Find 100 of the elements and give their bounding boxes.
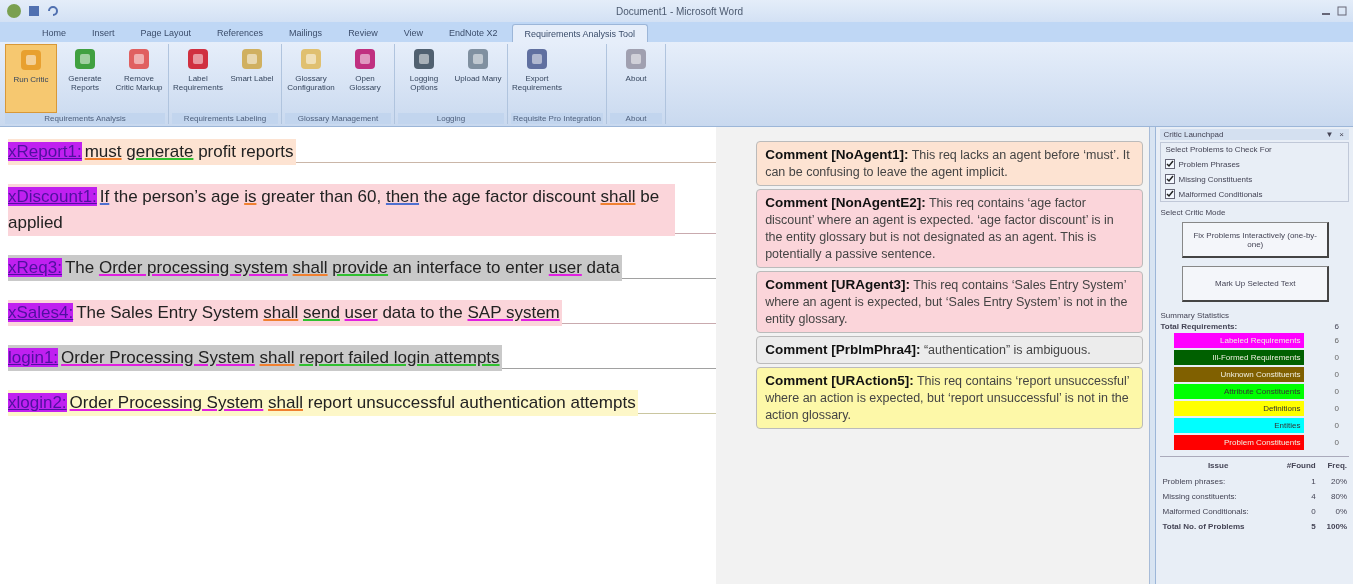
ribbon-button[interactable]: Run Critic — [5, 44, 57, 113]
group-title: Select Critic Mode — [1160, 208, 1227, 217]
ribbon-button[interactable]: Label Requirements — [172, 44, 224, 113]
stat-value: 6 — [1334, 322, 1339, 331]
window-title: Document1 - Microsoft Word — [615, 5, 745, 17]
legend-bar: Definitions — [1174, 401, 1305, 416]
table-cell-text: 80% — [1330, 491, 1348, 503]
requirement-label: xSales4: — [8, 303, 74, 322]
column-header: Freq. — [1317, 456, 1349, 474]
requirement-label: login1: — [8, 348, 59, 367]
table-cell-text: Missing constituents: — [1161, 491, 1238, 503]
ribbon-button[interactable]: Generate Reports — [59, 44, 111, 113]
checkbox-label[interactable]: Malformed Conditionals — [1178, 189, 1263, 199]
tile-icon — [465, 46, 491, 72]
legend-count: 0 — [1334, 387, 1339, 396]
ribbon-tab[interactable]: Mailings — [277, 24, 335, 42]
column-header: #Found — [1275, 456, 1318, 474]
requirement-label: xDiscount1: — [8, 187, 97, 206]
ribbon-button[interactable]: Upload Many — [452, 44, 504, 113]
requirement-text: xReport1: must generate profit reports — [8, 139, 296, 165]
mode-button[interactable]: Fix Problems Interactively (one-by-one) — [1182, 222, 1329, 258]
tile-icon — [72, 46, 98, 72]
ribbon-button[interactable]: Remove Critic Markup — [113, 44, 165, 113]
legend-count: 0 — [1334, 421, 1339, 430]
ribbon-group: Logging Options Upload Many Logging — [395, 44, 508, 124]
comment-balloon[interactable]: Comment [NonAgentE2]: This req contains ‘age factor discount’ where an agent is expected. ‘age factor discount’ is in the entity glossary but is not designated as an agent. This is potentially a passive sentence. — [756, 189, 1143, 268]
legend-bar: Problem Constituents — [1174, 435, 1305, 450]
save-icon[interactable] — [28, 5, 40, 17]
ribbon-tab[interactable]: References — [205, 24, 276, 42]
tile-icon — [185, 46, 211, 72]
tile-icon — [411, 46, 437, 72]
requirement-label: xlogin2: — [8, 393, 67, 412]
requirement-text: xReq3: The Order processing system shall provide an interface to enter user data — [8, 255, 622, 281]
ribbon-tab[interactable]: Home — [30, 24, 78, 42]
ribbon-button[interactable]: Logging Options — [398, 44, 450, 113]
leader-line — [675, 233, 717, 234]
legend-count: 0 — [1334, 404, 1339, 413]
maximize-icon[interactable] — [1337, 6, 1347, 16]
legend-bar: Unknown Constituents — [1174, 367, 1305, 382]
table-cell-text: 100% — [1325, 521, 1348, 533]
ribbon-button[interactable]: Export Requirements — [511, 44, 563, 113]
tile-icon — [239, 46, 265, 72]
ribbon-tab[interactable]: Page Layout — [128, 24, 204, 42]
legend-count: 0 — [1334, 353, 1339, 362]
table-cell-text: 4 — [1310, 491, 1317, 503]
tile-icon — [524, 46, 550, 72]
table-cell-text: 0 — [1310, 506, 1317, 518]
table-cell-text: Problem phrases: — [1161, 476, 1227, 488]
table-cell-text: Total No. of Problems — [1161, 521, 1246, 533]
comment-balloon[interactable]: Comment [PrblmPhra4]: “authentication” is ambiguous. — [756, 336, 1143, 364]
tile-icon — [18, 47, 44, 73]
legend-bar: Attribute Constituents — [1174, 384, 1305, 399]
checkbox-label[interactable]: Problem Phrases — [1178, 159, 1240, 169]
ribbon-button[interactable]: About — [610, 44, 663, 113]
checkbox[interactable] — [1165, 159, 1176, 169]
pane-menu-button[interactable]: ▼ — [1323, 130, 1336, 139]
ribbon-tab[interactable]: Review — [336, 24, 390, 42]
legend-count: 0 — [1334, 438, 1339, 447]
table-cell-text: 20% — [1330, 476, 1348, 488]
checkbox[interactable] — [1165, 174, 1176, 184]
table-cell-text: 0% — [1334, 506, 1348, 518]
ribbon-group: Run Critic Generate Reports Remove Critic Markup Requirements Analysis — [2, 44, 169, 124]
ribbon-button[interactable]: Open Glossary — [339, 44, 391, 113]
requirement-text: xDiscount1: If the person’s age is greater than 60, then the age factor discount shall be applied — [8, 184, 675, 236]
requirement-label: xReport1: — [8, 142, 82, 161]
tile-icon — [352, 46, 378, 72]
tile-icon — [298, 46, 324, 72]
office-logo-icon[interactable] — [6, 3, 22, 19]
ribbon-tab[interactable]: Insert — [80, 24, 127, 42]
legend-bar: Ill-Formed Requirements — [1174, 350, 1305, 365]
stat-label: Total Requirements: — [1160, 322, 1238, 331]
comment-balloon[interactable]: Comment [NoAgent1]: This req lacks an agent before ‘must’. It can be confusing to leave the agent implicit. — [756, 141, 1143, 186]
comment-balloon[interactable]: Comment [URAction5]: This req contains ‘report unsuccessful’ where an action is expected, but ‘report unsuccessful’ is not in the action glossary. — [756, 367, 1143, 429]
ribbon-button[interactable]: Glossary Configuration — [285, 44, 337, 113]
legend-count: 6 — [1334, 336, 1339, 345]
column-header: Issue — [1160, 456, 1276, 474]
requirement-label: xReq3: — [8, 258, 62, 277]
undo-icon[interactable] — [46, 5, 58, 17]
ribbon-button[interactable]: Smart Label — [226, 44, 278, 113]
ribbon-group: Glossary Configuration Open Glossary Glossary Management — [282, 44, 395, 124]
tile-icon — [126, 46, 152, 72]
mode-button[interactable]: Mark Up Selected Text — [1182, 266, 1329, 302]
pane-title: Critic Launchpad — [1163, 130, 1224, 139]
ribbon-tab[interactable]: EndNote X2 — [437, 24, 510, 42]
table-cell-text: 1 — [1310, 476, 1317, 488]
group-title: Summary Statistics — [1160, 311, 1230, 320]
checkbox-label[interactable]: Missing Constituents — [1178, 174, 1253, 184]
ribbon-group: Export Requirements Requisite Pro Integration — [508, 44, 608, 124]
requirement-text: xlogin2: Order Processing System shall report unsuccessful authentication attempts — [8, 390, 638, 416]
table-cell-text: 5 — [1310, 521, 1317, 533]
comment-balloon[interactable]: Comment [URAgent3]: This req contains ‘Sales Entry System’ where an agent is expected, but ‘Sales Entry System’ is not in the entity glossary. — [756, 271, 1143, 333]
legend-count: 0 — [1334, 370, 1339, 379]
ribbon-tab[interactable]: Requirements Analysis Tool — [511, 24, 648, 42]
checkbox[interactable] — [1165, 189, 1176, 199]
legend-bar: Entities — [1174, 418, 1305, 433]
requirement-text: login1: Order Processing System shall report failed login attempts — [8, 345, 502, 371]
group-title: Select Problems to Check For — [1165, 145, 1273, 154]
ribbon-tab[interactable]: View — [391, 24, 435, 42]
ribbon-group: Label Requirements Smart Label Requirements Labeling — [169, 44, 282, 124]
close-button[interactable]: × — [1337, 130, 1346, 139]
